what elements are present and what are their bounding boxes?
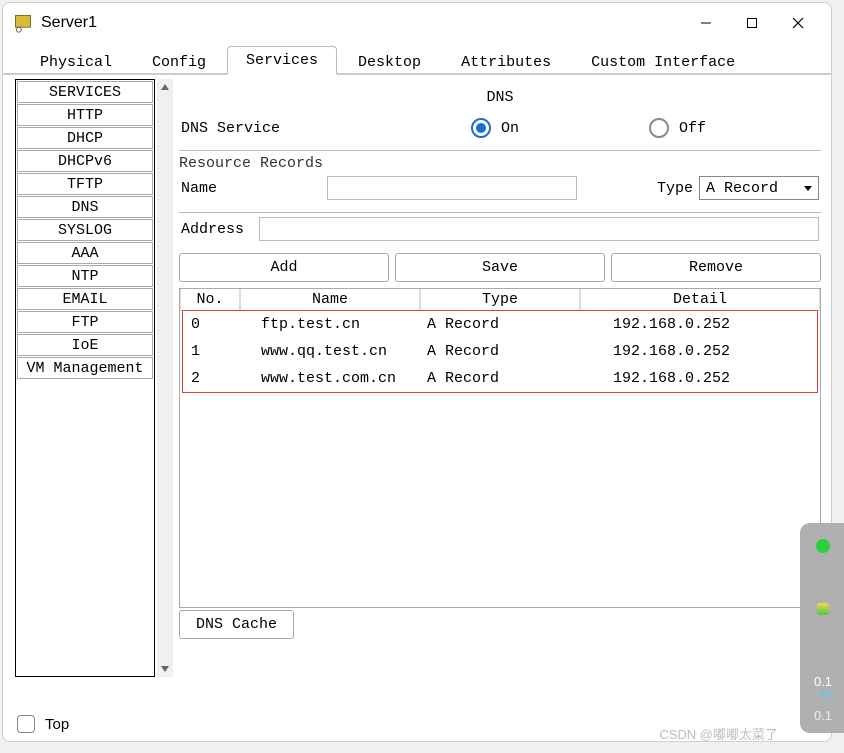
services-sidebar: SERVICESHTTPDHCPDHCPv6TFTPDNSSYSLOGAAANT…	[15, 79, 155, 677]
sidebar-item-dhcpv6[interactable]: DHCPv6	[17, 150, 153, 172]
remove-button[interactable]: Remove	[611, 253, 821, 282]
speed-unit: ↑ K/s	[812, 689, 834, 700]
tab-config[interactable]: Config	[133, 48, 225, 75]
add-button[interactable]: Add	[179, 253, 389, 282]
scroll-up-icon[interactable]	[157, 79, 173, 95]
top-checkbox[interactable]	[17, 715, 35, 733]
save-button[interactable]: Save	[395, 253, 605, 282]
table-row[interactable]: 0ftp.test.cnA Record192.168.0.252	[183, 311, 817, 338]
main-panel: DNS DNS Service On Off Resource Records	[179, 79, 821, 699]
sidebar-item-ioe[interactable]: IoE	[17, 334, 153, 356]
col-detail[interactable]: Detail	[580, 289, 820, 311]
cell-detail: 192.168.0.252	[583, 341, 815, 362]
dns-service-label: DNS Service	[181, 120, 371, 137]
type-label: Type	[657, 180, 693, 197]
cell-type: A Record	[423, 368, 583, 389]
sidebar-item-ntp[interactable]: NTP	[17, 265, 153, 287]
address-label: Address	[181, 221, 255, 238]
cell-name: ftp.test.cn	[243, 314, 423, 335]
speed-value-2: 0.1	[814, 708, 832, 723]
type-select[interactable]: A Record	[699, 176, 819, 200]
tab-services[interactable]: Services	[227, 46, 337, 75]
tabbar: PhysicalConfigServicesDesktopAttributesC…	[3, 43, 831, 75]
resource-records-label: Resource Records	[179, 155, 821, 172]
sidebar-item-syslog[interactable]: SYSLOG	[17, 219, 153, 241]
dns-on-label: On	[501, 120, 519, 137]
table-row[interactable]: 1www.qq.test.cnA Record192.168.0.252	[183, 338, 817, 365]
floating-sidepanel[interactable]: 0.1 ↑ K/s 0.1	[800, 523, 844, 733]
dns-off-label: Off	[679, 120, 706, 137]
app-window: Server1 PhysicalConfigServicesDesktopAtt…	[2, 2, 832, 742]
cell-detail: 192.168.0.252	[583, 368, 815, 389]
tab-custom-interface[interactable]: Custom Interface	[572, 48, 754, 75]
tab-desktop[interactable]: Desktop	[339, 48, 440, 75]
cell-detail: 192.168.0.252	[583, 314, 815, 335]
address-input[interactable]	[259, 217, 819, 241]
name-label: Name	[181, 180, 231, 197]
tab-attributes[interactable]: Attributes	[442, 48, 570, 75]
sidebar-item-tftp[interactable]: TFTP	[17, 173, 153, 195]
cell-type: A Record	[423, 341, 583, 362]
sidebar-item-services[interactable]: SERVICES	[17, 81, 153, 103]
scroll-down-icon[interactable]	[157, 661, 173, 677]
server-icon	[13, 13, 33, 33]
type-select-value: A Record	[706, 180, 778, 197]
titlebar: Server1	[3, 3, 831, 43]
dns-cache-button[interactable]: DNS Cache	[179, 610, 294, 639]
top-label: Top	[45, 716, 69, 733]
sidebar-item-email[interactable]: EMAIL	[17, 288, 153, 310]
col-type[interactable]: Type	[420, 289, 580, 311]
cell-no: 2	[185, 368, 243, 389]
status-dot-icon	[816, 539, 830, 553]
status-square-icon	[817, 603, 829, 615]
watermark: CSDN @嘟嘟太菜了	[659, 724, 778, 743]
speed-value-1: 0.1	[814, 674, 832, 689]
cell-type: A Record	[423, 314, 583, 335]
col-name[interactable]: Name	[240, 289, 420, 311]
tab-physical[interactable]: Physical	[21, 48, 131, 75]
sidebar-item-dns[interactable]: DNS	[17, 196, 153, 218]
sidebar-scrollbar[interactable]	[157, 79, 173, 677]
name-input[interactable]	[327, 176, 577, 200]
col-no[interactable]: No.	[180, 289, 240, 311]
sidebar-item-vm-management[interactable]: VM Management	[17, 357, 153, 379]
records-table: No. Name Type Detail 0ftp.test.cnA Recor…	[179, 288, 821, 608]
sidebar-item-ftp[interactable]: FTP	[17, 311, 153, 333]
sidebar-item-aaa[interactable]: AAA	[17, 242, 153, 264]
cell-name: www.test.com.cn	[243, 368, 423, 389]
cell-no: 1	[185, 341, 243, 362]
sidebar-item-http[interactable]: HTTP	[17, 104, 153, 126]
cell-name: www.qq.test.cn	[243, 341, 423, 362]
dns-off-radio[interactable]	[649, 118, 669, 138]
minimize-button[interactable]	[683, 7, 729, 39]
table-row[interactable]: 2www.test.com.cnA Record192.168.0.252	[183, 365, 817, 392]
window-title: Server1	[41, 14, 97, 32]
sidebar-item-dhcp[interactable]: DHCP	[17, 127, 153, 149]
table-header: No. Name Type Detail	[180, 289, 820, 311]
page-title: DNS	[179, 79, 821, 118]
maximize-button[interactable]	[729, 7, 775, 39]
dns-on-radio[interactable]	[471, 118, 491, 138]
close-button[interactable]	[775, 7, 821, 39]
cell-no: 0	[185, 314, 243, 335]
